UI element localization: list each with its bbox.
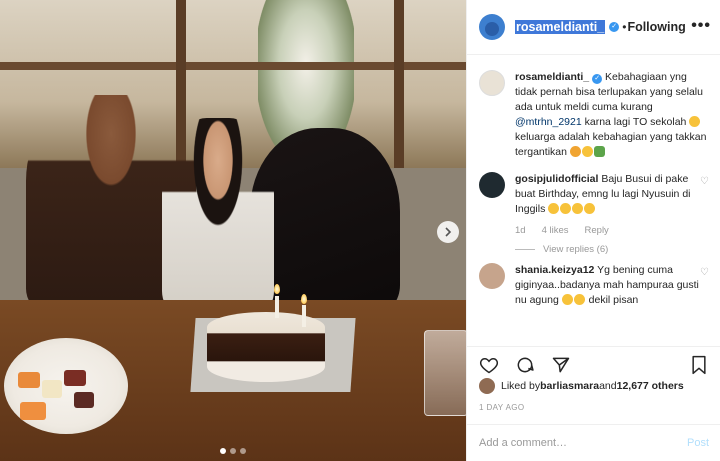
- fruit: [42, 380, 62, 398]
- smile-emoji-icon: [689, 116, 701, 127]
- comment-time[interactable]: 1d: [515, 223, 526, 238]
- post-button[interactable]: Post: [687, 437, 709, 449]
- carousel-dots: [0, 448, 466, 454]
- heart-icon[interactable]: ♡: [700, 176, 709, 187]
- caption-username[interactable]: rosameldianti_: [515, 71, 589, 83]
- reply-button[interactable]: Reply: [585, 223, 609, 238]
- comment-username[interactable]: gosipjulidofficial: [515, 173, 598, 185]
- water-glass: [424, 330, 466, 416]
- fruit: [64, 370, 86, 386]
- person-girl: [162, 118, 274, 310]
- following-button[interactable]: Following: [627, 20, 685, 34]
- action-bar: [467, 346, 720, 382]
- likes-count[interactable]: 12,677 others: [617, 380, 684, 392]
- candle-flame: [274, 284, 280, 294]
- fruit: [18, 372, 40, 388]
- carousel-dot: [240, 448, 246, 454]
- heart-icon[interactable]: ♡: [700, 267, 709, 278]
- bookmark-icon[interactable]: [687, 353, 711, 377]
- comment: gosipjulidofficial Baju Busui di pake bu…: [479, 172, 709, 238]
- likes-summary: Liked by barliasmara and 12,677 others: [479, 378, 684, 394]
- mention-link[interactable]: @mtrhn_2921: [515, 116, 582, 128]
- separator: •: [622, 20, 627, 34]
- share-icon[interactable]: [549, 353, 573, 377]
- laugh-emoji-icon: [572, 203, 584, 214]
- view-replies-label: View replies (6): [543, 244, 609, 255]
- heart-icon[interactable]: [477, 353, 501, 377]
- snake-emoji-icon: [593, 146, 605, 157]
- smile-emoji-icon: [581, 146, 593, 157]
- pillar: [394, 0, 404, 175]
- sad-emoji-icon: [573, 294, 585, 305]
- avatar[interactable]: [479, 14, 505, 40]
- birthday-cake: [207, 312, 325, 382]
- liked-by-username[interactable]: barliasmara: [540, 380, 599, 392]
- sad-emoji-icon: [561, 294, 573, 305]
- heart-eyes-emoji-icon: [569, 146, 581, 157]
- comment-input[interactable]: [479, 437, 679, 449]
- add-comment-bar: Post: [467, 424, 720, 461]
- comment-text: dekil pisan: [585, 294, 639, 306]
- post-header: rosameldianti_ ✓ • Following •••: [467, 0, 720, 55]
- comment: shania.keizya12 Yg bening cuma giginyaa.…: [479, 263, 709, 308]
- post-sidebar: rosameldianti_ ✓ • Following ••• rosamel…: [466, 0, 720, 461]
- caption-text-part: keluarga adalah kebahagian yang takkan t…: [515, 131, 707, 158]
- likes-middle: and: [599, 380, 617, 392]
- candle: [302, 305, 306, 327]
- post-photo[interactable]: [0, 0, 466, 461]
- avatar[interactable]: [479, 172, 505, 198]
- candle: [275, 296, 279, 318]
- view-replies-button[interactable]: View replies (6): [515, 244, 709, 255]
- comment-body: gosipjulidofficial Baju Busui di pake bu…: [515, 172, 709, 238]
- post-date[interactable]: 1 DAY AGO: [479, 403, 525, 412]
- avatar[interactable]: [479, 263, 505, 289]
- carousel-dot: [230, 448, 236, 454]
- caption-text: rosameldianti_ ✓ Kebahagiaan yng tidak pe…: [515, 70, 709, 160]
- comment-likes[interactable]: 4 likes: [542, 223, 569, 238]
- laugh-emoji-icon: [548, 203, 560, 214]
- comment-body: shania.keizya12 Yg bening cuma giginyaa.…: [515, 263, 709, 308]
- likes-prefix: Liked by: [501, 380, 541, 392]
- caption-text-part: karna lagi TO sekolah: [581, 116, 690, 128]
- avatar[interactable]: [479, 378, 495, 394]
- verified-icon: ✓: [609, 22, 620, 32]
- more-horizontal-icon[interactable]: •••: [691, 17, 711, 35]
- comment-meta: 1d 4 likes Reply: [515, 223, 709, 238]
- caption: rosameldianti_ ✓ Kebahagiaan yng tidak pe…: [479, 70, 709, 160]
- laugh-emoji-icon: [560, 203, 572, 214]
- comment-username[interactable]: shania.keizya12: [515, 264, 594, 276]
- carousel-dot: [220, 448, 226, 454]
- author-username[interactable]: rosameldianti_: [515, 20, 606, 34]
- fruit: [20, 402, 46, 420]
- chevron-right-icon[interactable]: [437, 221, 459, 243]
- fruit: [74, 392, 94, 408]
- verified-icon: ✓: [592, 74, 603, 84]
- laugh-emoji-icon: [584, 203, 596, 214]
- divider: [515, 249, 535, 250]
- comments-list: rosameldianti_ ✓ Kebahagiaan yng tidak pe…: [467, 56, 720, 346]
- avatar[interactable]: [479, 70, 505, 96]
- candle-flame: [301, 294, 307, 304]
- comment-icon[interactable]: [513, 353, 537, 377]
